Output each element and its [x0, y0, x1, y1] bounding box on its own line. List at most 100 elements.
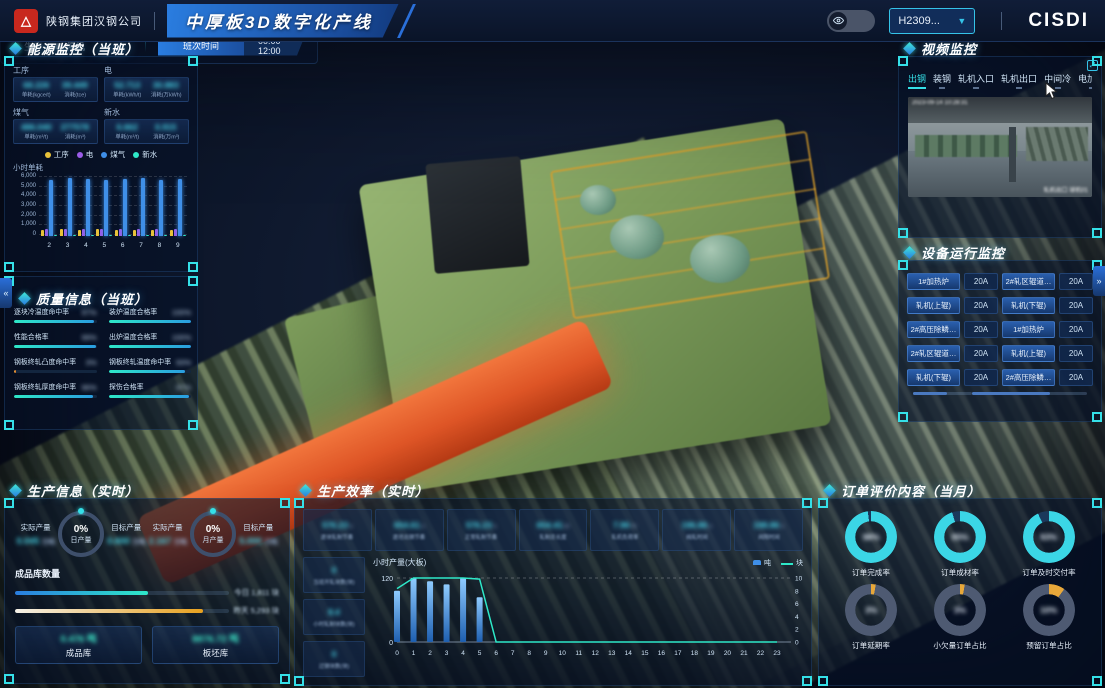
progress-fill — [14, 395, 93, 398]
video-feed[interactable]: 2023-09-14 10:28:31 轧机出口 球机01 — [908, 97, 1092, 197]
legend-item: 电 — [77, 149, 94, 160]
svg-text:16: 16 — [658, 650, 666, 657]
device-name-chip[interactable]: 1#加热炉 — [907, 273, 960, 290]
device-name-chip[interactable]: 2#轧区辊道… — [1002, 273, 1055, 290]
legend-item: 煤气 — [101, 149, 125, 160]
energy-group-name: 工序 — [13, 65, 98, 76]
efficiency-stat-value: 654.61 s — [394, 520, 425, 530]
energy-stat-value: 52.713 — [108, 80, 147, 90]
quality-item-value: 3% — [86, 358, 97, 367]
corner-decoration — [4, 420, 14, 430]
bar — [133, 230, 136, 236]
legend-dot-icon — [45, 152, 51, 158]
progress-track — [14, 370, 97, 373]
scrollbar-track[interactable] — [913, 392, 972, 395]
cisdi-logo: CISDI — [1028, 10, 1089, 32]
corner-decoration — [294, 676, 304, 686]
unit-label: m — [563, 524, 570, 530]
camera-tab-3[interactable]: 轧机入口 — [958, 72, 994, 89]
unit-label: s — [420, 524, 425, 530]
svg-text:20: 20 — [724, 650, 732, 657]
chevron-down-icon: ▼ — [957, 16, 966, 26]
hourly-output-chart-title: 小时产量(大板) — [373, 557, 426, 568]
bar — [164, 235, 167, 236]
device-name-chip[interactable]: 轧机(下辊) — [1002, 297, 1055, 314]
corner-decoration — [188, 276, 198, 286]
svg-text:10: 10 — [795, 576, 803, 583]
donut-value: 10% — [1023, 584, 1075, 636]
device-name-chip[interactable]: 2#轧区辊道… — [907, 345, 960, 362]
camera-tab-4[interactable]: 轧机出口 — [1001, 72, 1037, 89]
svg-text:13: 13 — [608, 650, 616, 657]
legend-label: 工序 — [54, 149, 69, 160]
bar — [137, 229, 140, 236]
device-current-value: 20A — [1059, 273, 1093, 290]
camera-tab-1[interactable]: 出钢 — [908, 72, 926, 89]
corner-decoration — [898, 228, 908, 238]
month-ring-label: 月产量 — [202, 535, 223, 545]
camera-tab-2[interactable]: 装钢 — [933, 72, 951, 89]
stock-bars: 今日 1,811 块昨天 5,293 块 — [15, 587, 279, 616]
device-name-chip[interactable]: 2#高压除鳞… — [907, 321, 960, 338]
banner-slash-decoration — [397, 4, 416, 38]
page-title-banner: 中厚板3D数字化产线 — [167, 4, 399, 38]
camera-tab-5[interactable]: 中间冷 — [1044, 72, 1071, 89]
efficiency-side-stats: 0当班开轧块数(块)8.4小时轧制块数(块)0过钢块数(块) — [303, 557, 365, 677]
device-name-chip[interactable]: 1#加热炉 — [1002, 321, 1055, 338]
order-donut-cell: 93%订单及时交付率 — [1006, 511, 1091, 578]
donut-label: 预留订单占比 — [1026, 640, 1072, 650]
bar — [128, 235, 131, 236]
visibility-toggle[interactable] — [827, 10, 875, 32]
svg-text:22: 22 — [757, 650, 765, 657]
bar — [151, 230, 154, 236]
header-divider — [1001, 12, 1002, 30]
x-tick-label: 5 — [103, 242, 107, 249]
collapse-right-tab[interactable]: » — [1093, 266, 1105, 296]
energy-stat-label: 单耗(kgce/t) — [19, 90, 54, 98]
month-output-ring: 0% 月产量 — [190, 511, 236, 557]
device-name-chip[interactable]: 轧机(下辊) — [907, 369, 960, 386]
orders-panel-title: 订单评价内容（当月） — [841, 481, 981, 500]
quality-item-header: 钢板终轧厚度命中率 96% — [14, 381, 97, 392]
actual-output-value: 2.167 — [149, 536, 172, 546]
quality-item-header: 性能合格率99% — [14, 331, 97, 342]
panel-energy-monitoring: 能源监控（当班） 工序68.226单耗(kgce/t)39.449消耗(tce)… — [4, 56, 198, 272]
quality-item-value: 93% — [176, 358, 191, 367]
efficiency-stat-value: 654.41 m — [537, 520, 570, 530]
actual-output-label: 实际产量 — [17, 522, 55, 533]
device-select-dropdown[interactable]: H2309... ▼ — [889, 8, 975, 34]
quality-item: 性能合格率99% — [14, 331, 97, 348]
device-current-value: 20A — [964, 273, 998, 290]
camera-tabs: 出钢装钢轧机入口轧机出口中间冷电加热 — [908, 72, 1092, 89]
device-name-chip[interactable]: 轧机(上辊) — [907, 297, 960, 314]
bar — [82, 229, 85, 236]
donut-chart: 98% — [845, 511, 897, 563]
efficiency-stat-label: 间隙时间 — [758, 532, 780, 540]
x-tick-label: 3 — [66, 242, 70, 249]
scrollbar-track[interactable] — [972, 392, 1087, 395]
device-name-chip[interactable]: 2#高压除鳞… — [1002, 369, 1055, 386]
bar — [68, 178, 72, 236]
efficiency-side-card: 8.4小时轧制块数(块) — [303, 599, 365, 635]
quality-item: 装炉温度合格率100% — [109, 306, 192, 323]
legend-label: 电 — [86, 149, 94, 160]
side-card-value: 8.4 — [328, 607, 340, 617]
bar-group — [78, 176, 94, 236]
quality-item-value: 100% — [172, 308, 191, 317]
stock-card: 0.476 吨成品库 — [15, 626, 142, 664]
target-output-value: 0.600 — [107, 536, 130, 546]
bar — [155, 229, 158, 236]
device-name-chip[interactable]: 轧机(上辊) — [1002, 345, 1055, 362]
collapse-left-tab[interactable]: « — [0, 278, 12, 308]
quality-item-header: 钢板终轧温度命中率93% — [109, 356, 192, 367]
quality-item-value: 96% — [82, 383, 97, 392]
quality-item-value: 97% — [82, 308, 97, 317]
energy-stat-label: 消耗(万kWh) — [148, 90, 183, 98]
quality-item-label: 钢板终轧厚度命中率 — [14, 381, 76, 391]
bar — [78, 230, 81, 236]
company-name: 陕钢集团汉钢公司 — [46, 13, 142, 29]
camera-tab-6[interactable]: 电加热 — [1078, 72, 1092, 89]
legend-dot-icon — [133, 152, 139, 158]
bar-group — [133, 176, 149, 236]
day-ring-percent: 0% — [74, 524, 88, 535]
